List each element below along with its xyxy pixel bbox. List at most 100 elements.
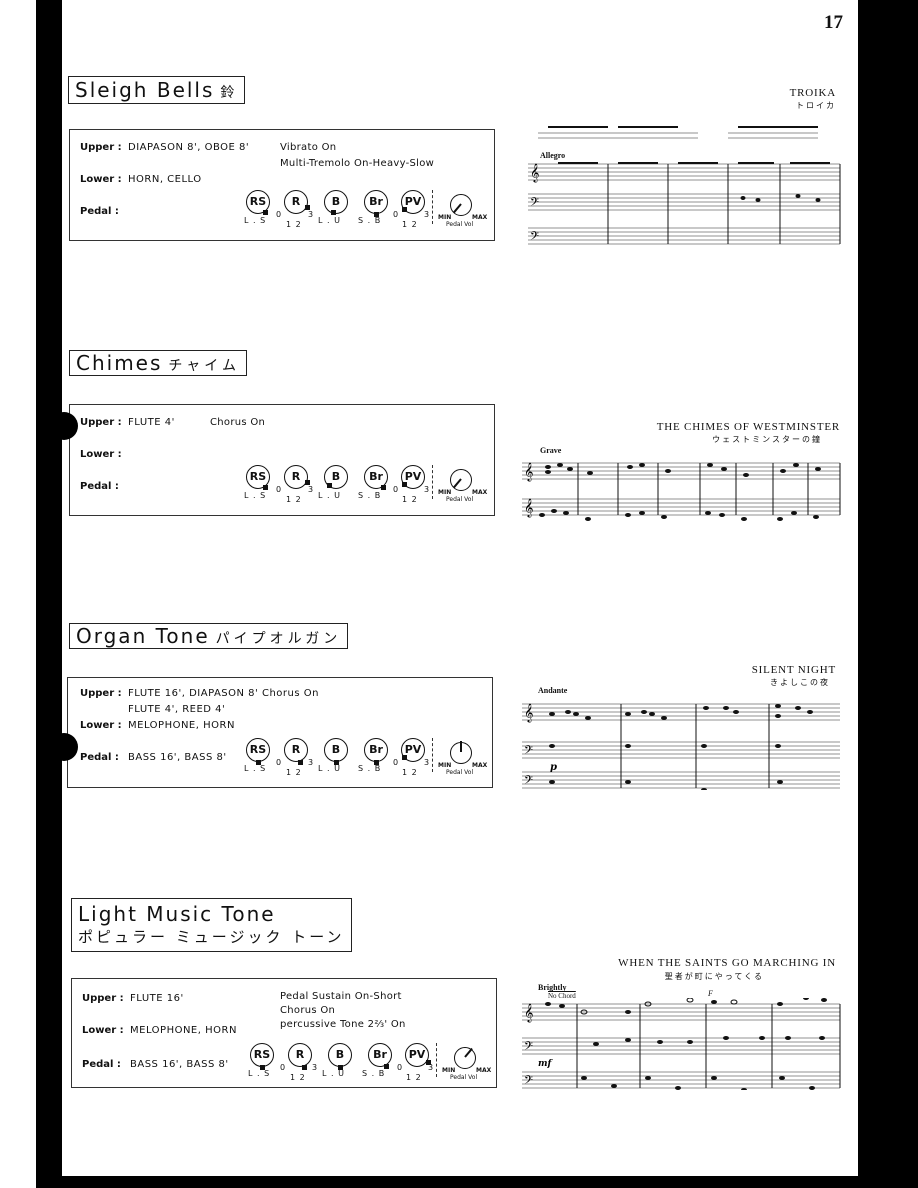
treble-clef: 𝄞 bbox=[524, 703, 533, 723]
pedal-vol-label: Pedal Vol bbox=[450, 1074, 478, 1081]
pv-scale: 1 2 bbox=[406, 1073, 422, 1082]
pedal-value: BASS 16', BASS 8' bbox=[128, 752, 227, 763]
effect-2: Chorus On bbox=[280, 1005, 336, 1016]
score-chimes: 𝄞 𝄞 bbox=[518, 455, 842, 525]
bass-clef: 𝄢 bbox=[524, 1074, 533, 1090]
title-jp: パイプオルガン bbox=[215, 631, 342, 647]
notes bbox=[549, 704, 813, 790]
upper-label: Upper : bbox=[82, 993, 124, 1004]
min-label: MIN bbox=[442, 1067, 456, 1074]
rs-knob[interactable]: RS bbox=[246, 738, 270, 765]
pedal-volume-knob[interactable] bbox=[450, 469, 472, 491]
divider bbox=[432, 465, 433, 499]
tempo-marking: Grave bbox=[540, 446, 562, 455]
rs-knob[interactable]: RS bbox=[246, 465, 270, 490]
pv-scale-3: 3 bbox=[424, 210, 431, 219]
r-scale-0: 0 bbox=[276, 210, 283, 219]
notes bbox=[539, 463, 821, 521]
pedal-label: Pedal : bbox=[82, 1059, 121, 1070]
bass-clef: 𝄢 bbox=[524, 1040, 533, 1056]
staff-upper bbox=[522, 1003, 840, 1021]
rs-knob[interactable]: RS bbox=[246, 190, 270, 215]
divider bbox=[432, 190, 433, 224]
r-knob[interactable]: R bbox=[284, 190, 310, 214]
pedal-label: Pedal : bbox=[80, 206, 119, 217]
lower-value: HORN, CELLO bbox=[128, 174, 202, 185]
title-en: Sleigh Bells bbox=[75, 78, 215, 102]
effect-1: Vibrato On bbox=[280, 142, 337, 153]
upper-value: FLUTE 16', DIAPASON 8' Chorus On bbox=[128, 688, 319, 699]
pedal-volume-knob[interactable] bbox=[450, 741, 472, 764]
pv-knob[interactable]: PV bbox=[405, 1043, 431, 1067]
b-scale: L . U bbox=[322, 1069, 345, 1078]
section-title-light-music-tone: Light Music Tone ポピュラー ミュージック トーン bbox=[71, 898, 352, 952]
b-knob[interactable]: B bbox=[324, 738, 348, 765]
rs-knob[interactable]: RS bbox=[250, 1043, 274, 1070]
br-knob[interactable]: Br bbox=[364, 465, 388, 490]
treble-clef: 𝄞 bbox=[524, 1003, 533, 1023]
upper-value: FLUTE 4' bbox=[128, 417, 175, 428]
bass-clef: 𝄢 bbox=[530, 230, 539, 246]
chord-symbol: F bbox=[708, 989, 713, 998]
treble-clef: 𝄞 bbox=[524, 462, 533, 482]
br-knob[interactable]: Br bbox=[364, 738, 388, 765]
lower-label: Lower : bbox=[80, 720, 122, 731]
r-scale-3: 3 bbox=[308, 485, 315, 494]
pedal-volume-knob[interactable] bbox=[450, 194, 472, 216]
section-title-organ-tone: Organ Tone パイプオルガン bbox=[69, 623, 349, 649]
staff-lower bbox=[522, 741, 840, 759]
song-title: TROIKA bbox=[789, 87, 836, 99]
rs-scale: L . S bbox=[248, 1069, 271, 1078]
song-title: SILENT NIGHT bbox=[751, 664, 836, 676]
song-title-jp: きよしこの夜 bbox=[770, 678, 830, 687]
upper-value: FLUTE 16' bbox=[130, 993, 184, 1004]
br-knob[interactable]: Br bbox=[364, 190, 388, 217]
binding-edge-left bbox=[36, 0, 62, 1188]
pv-scale: 1 2 bbox=[402, 768, 418, 777]
registration-box-chimes: Upper : FLUTE 4' Chorus On Lower : Pedal… bbox=[69, 404, 495, 516]
registration-box-sleigh-bells: Upper : DIAPASON 8', OBOE 8' Vibrato On … bbox=[69, 129, 495, 241]
r-scale: 1 2 bbox=[286, 768, 302, 777]
pedal-label: Pedal : bbox=[80, 752, 119, 763]
pv-scale-3: 3 bbox=[428, 1063, 435, 1072]
b-knob[interactable]: B bbox=[324, 465, 348, 489]
treble-clef: 𝄞 bbox=[524, 498, 533, 518]
title-en: Organ Tone bbox=[76, 624, 210, 648]
b-knob[interactable]: B bbox=[328, 1043, 352, 1070]
punch-hole bbox=[50, 412, 78, 440]
pv-scale-0: 0 bbox=[393, 758, 400, 767]
staff-lower bbox=[528, 193, 840, 211]
title-en: Light Music Tone bbox=[78, 902, 276, 926]
effect-2: Multi-Tremolo On-Heavy-Slow bbox=[280, 158, 435, 169]
title-jp: 鈴 bbox=[220, 85, 239, 101]
r-knob[interactable]: R bbox=[284, 738, 308, 765]
pedal-vol-label: Pedal Vol bbox=[446, 496, 474, 503]
lower-label: Lower : bbox=[82, 1025, 124, 1036]
rs-scale: L . S bbox=[244, 764, 267, 773]
pedal-value: BASS 16', BASS 8' bbox=[130, 1059, 229, 1070]
pedal-volume-knob[interactable] bbox=[454, 1047, 476, 1069]
sheet-music-chimes: 𝄞 𝄞 bbox=[522, 462, 841, 521]
binding-edge-right bbox=[858, 0, 918, 1188]
pedal-vol-label: Pedal Vol bbox=[446, 221, 474, 228]
pv-knob[interactable]: PV bbox=[401, 190, 425, 214]
staff-upper bbox=[522, 462, 840, 480]
divider bbox=[436, 1043, 437, 1077]
r-scale: 1 2 bbox=[290, 1073, 306, 1082]
min-label: MIN bbox=[438, 762, 452, 769]
r-knob[interactable]: R bbox=[284, 465, 310, 489]
rs-scale: L . S bbox=[244, 491, 267, 500]
staff-pedal bbox=[528, 227, 840, 245]
bass-clef: 𝄢 bbox=[524, 744, 533, 760]
br-knob[interactable]: Br bbox=[368, 1043, 392, 1069]
r-knob[interactable]: R bbox=[288, 1043, 312, 1070]
staff-lower bbox=[522, 1037, 840, 1055]
max-label: MAX bbox=[472, 214, 488, 221]
pv-knob[interactable]: PV bbox=[401, 465, 425, 489]
bass-clef: 𝄢 bbox=[530, 196, 539, 212]
bass-clef: 𝄢 bbox=[524, 774, 533, 790]
b-knob[interactable]: B bbox=[324, 190, 348, 215]
pv-knob[interactable]: PV bbox=[401, 738, 425, 762]
dynamic-p: p bbox=[550, 762, 557, 773]
song-title-jp: ウェストミンスターの鐘 bbox=[712, 435, 822, 444]
